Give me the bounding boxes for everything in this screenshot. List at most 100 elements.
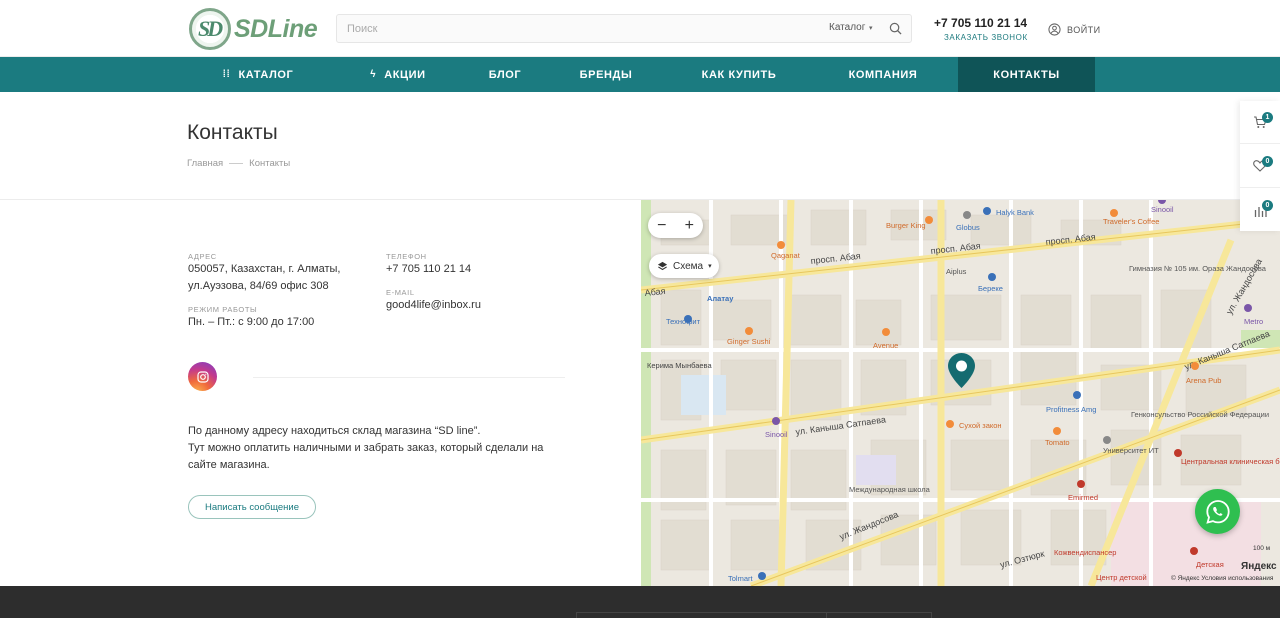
map-terms: © Яндекс Условия использования: [1171, 574, 1274, 582]
map-label: Международная школа: [849, 485, 931, 494]
map-label: Детская: [1196, 560, 1224, 569]
zoom-in-button[interactable]: +: [685, 217, 694, 235]
note-line-3: сайте магазина.: [188, 459, 270, 471]
map-label: Береке: [978, 284, 1003, 293]
map-label: Кожвендиспансер: [1054, 548, 1116, 557]
map-label: Avenue: [873, 341, 898, 350]
email-value[interactable]: good4life@inbox.ru: [386, 297, 481, 314]
phone-value[interactable]: +7 705 110 21 14: [386, 261, 471, 278]
breadcrumb-separator: [229, 163, 244, 164]
header: SD SDLine Каталог ▾ +7 705 110 21 14 ЗАК…: [0, 0, 1280, 57]
compare-button[interactable]: 0: [1240, 189, 1280, 232]
logo-text: SDLine: [234, 14, 318, 43]
logo[interactable]: SD SDLine: [189, 8, 318, 50]
grid-icon: ⁞⁞: [222, 69, 231, 80]
breadcrumb-home[interactable]: Главная: [187, 158, 223, 169]
main-nav: ⁞⁞ КАТАЛОГ ϟ АКЦИИ БЛОГ БРЕНДЫ КАК КУПИТ…: [0, 57, 1280, 92]
map-label: Qaganat: [771, 251, 801, 260]
whatsapp-button[interactable]: [1195, 489, 1240, 534]
instagram-button[interactable]: [188, 362, 217, 391]
chevron-down-icon: ▾: [869, 25, 873, 32]
map-label: Metro: [1244, 317, 1263, 326]
hours-value: Пн. – Пт.: с 9:00 до 17:00: [188, 316, 315, 328]
map-label: Halyk Bank: [996, 208, 1034, 217]
logo-mark: SD: [189, 8, 231, 50]
map-label: Arena Pub: [1186, 376, 1221, 385]
map-label: Sinooil: [1151, 205, 1174, 214]
nav-item-label: КАТАЛОГ: [238, 68, 294, 81]
nav-item-label: АКЦИИ: [384, 68, 426, 81]
nav-item-label: КАК КУПИТЬ: [701, 68, 777, 81]
map-label: Генконсульство Российской Федерации: [1131, 410, 1269, 419]
user-icon: [1048, 23, 1061, 36]
address-label: АДРЕС: [188, 252, 217, 261]
map-scale: 100 м: [1253, 545, 1271, 552]
map-label: Emirmed: [1068, 493, 1098, 502]
map-label: Traveler's Coffee: [1103, 217, 1159, 226]
note-line-1: По данному адресу находиться склад магаз…: [188, 425, 481, 437]
map-label: Гимназия № 105 им. Ораза Жандосова: [1129, 264, 1267, 273]
nav-item-label: КОМПАНИЯ: [848, 68, 918, 81]
breadcrumb: Главная Контакты: [187, 158, 290, 169]
footer-subscribe-box[interactable]: [576, 612, 932, 618]
cart-button[interactable]: 1: [1240, 101, 1280, 144]
instagram-icon: [196, 370, 209, 383]
callback-link[interactable]: ЗАКАЗАТЬ ЗВОНОК: [944, 33, 1028, 42]
map[interactable]: просп. Абая просп. Абая просп. Абая Абая…: [641, 200, 1280, 586]
cart-count-badge: 1: [1262, 112, 1273, 123]
map-layer-select[interactable]: Схема ▾: [649, 254, 719, 278]
email-label: E-MAIL: [386, 288, 415, 297]
nav-item-brands[interactable]: БРЕНДЫ: [542, 57, 670, 92]
map-label: Университет ИТ: [1103, 446, 1159, 455]
map-label: Burger King: [886, 221, 926, 230]
login-label: ВОЙТИ: [1067, 24, 1101, 35]
map-label: Керима Мынбаева: [647, 361, 712, 370]
page: SD SDLine Каталог ▾ +7 705 110 21 14 ЗАК…: [0, 0, 1280, 618]
search-bar: Каталог ▾: [336, 14, 912, 43]
login-button[interactable]: ВОЙТИ: [1048, 23, 1101, 36]
nav-item-label: БЛОГ: [488, 68, 522, 81]
map-label: Profitness Amg: [1046, 405, 1096, 414]
favorites-button[interactable]: 0: [1240, 145, 1280, 188]
search-icon[interactable]: [889, 22, 902, 35]
address-line-2: ул.Ауэзова, 84/69 офис 308: [188, 280, 329, 292]
map-label: Tomato: [1045, 438, 1070, 447]
map-label: Globus: [956, 223, 980, 232]
map-label: Ginger Sushi: [727, 337, 771, 346]
address-value: 050057, Казахстан, г. Алматы, ул.Ауэзова…: [188, 261, 340, 295]
breadcrumb-current: Контакты: [249, 158, 291, 169]
nav-item-promotions[interactable]: ϟ АКЦИИ: [328, 57, 468, 92]
store-note: По данному адресу находиться склад магаз…: [188, 423, 568, 474]
header-phone[interactable]: +7 705 110 21 14: [934, 16, 1027, 30]
yandex-logo: Яндекс: [1241, 561, 1277, 572]
map-label: Центральная клиническая больница: [1181, 457, 1280, 466]
nav-item-company[interactable]: КОМПАНИЯ: [808, 57, 958, 92]
chevron-down-icon: ▾: [708, 263, 712, 270]
footer-divider: [826, 612, 827, 618]
map-zoom-control: − +: [648, 213, 703, 238]
nav-item-blog[interactable]: БЛОГ: [468, 57, 542, 92]
social-divider: [253, 377, 565, 378]
zoom-out-button[interactable]: −: [657, 217, 666, 235]
search-category-select[interactable]: Каталог: [829, 22, 865, 33]
write-message-button[interactable]: Написать сообщение: [188, 495, 316, 519]
map-label: Aiplus: [946, 267, 967, 276]
phone-label: ТЕЛЕФОН: [386, 252, 427, 261]
map-layer-label: Схема: [673, 260, 704, 272]
hours-label: РЕЖИМ РАБОТЫ: [188, 305, 258, 314]
address-line-1: 050057, Казахстан, г. Алматы,: [188, 263, 341, 275]
nav-item-contacts[interactable]: КОНТАКТЫ: [958, 57, 1095, 92]
nav-item-label: БРЕНДЫ: [579, 68, 633, 81]
side-panel: 1 0 0: [1240, 101, 1280, 231]
search-input[interactable]: [347, 21, 787, 37]
map-label: Tolmart: [728, 574, 754, 583]
nav-item-label: КОНТАКТЫ: [993, 68, 1060, 81]
map-canvas[interactable]: просп. Абая просп. Абая просп. Абая Абая…: [641, 200, 1280, 586]
map-label: Технофит: [666, 317, 701, 326]
map-label: Сухой закон: [959, 421, 1002, 430]
location-pin-icon[interactable]: [948, 353, 975, 388]
map-label: Sinooil: [765, 430, 788, 439]
nav-item-catalog[interactable]: ⁞⁞ КАТАЛОГ: [188, 57, 328, 92]
nav-item-how-to-buy[interactable]: КАК КУПИТЬ: [670, 57, 808, 92]
footer: [0, 586, 1280, 618]
